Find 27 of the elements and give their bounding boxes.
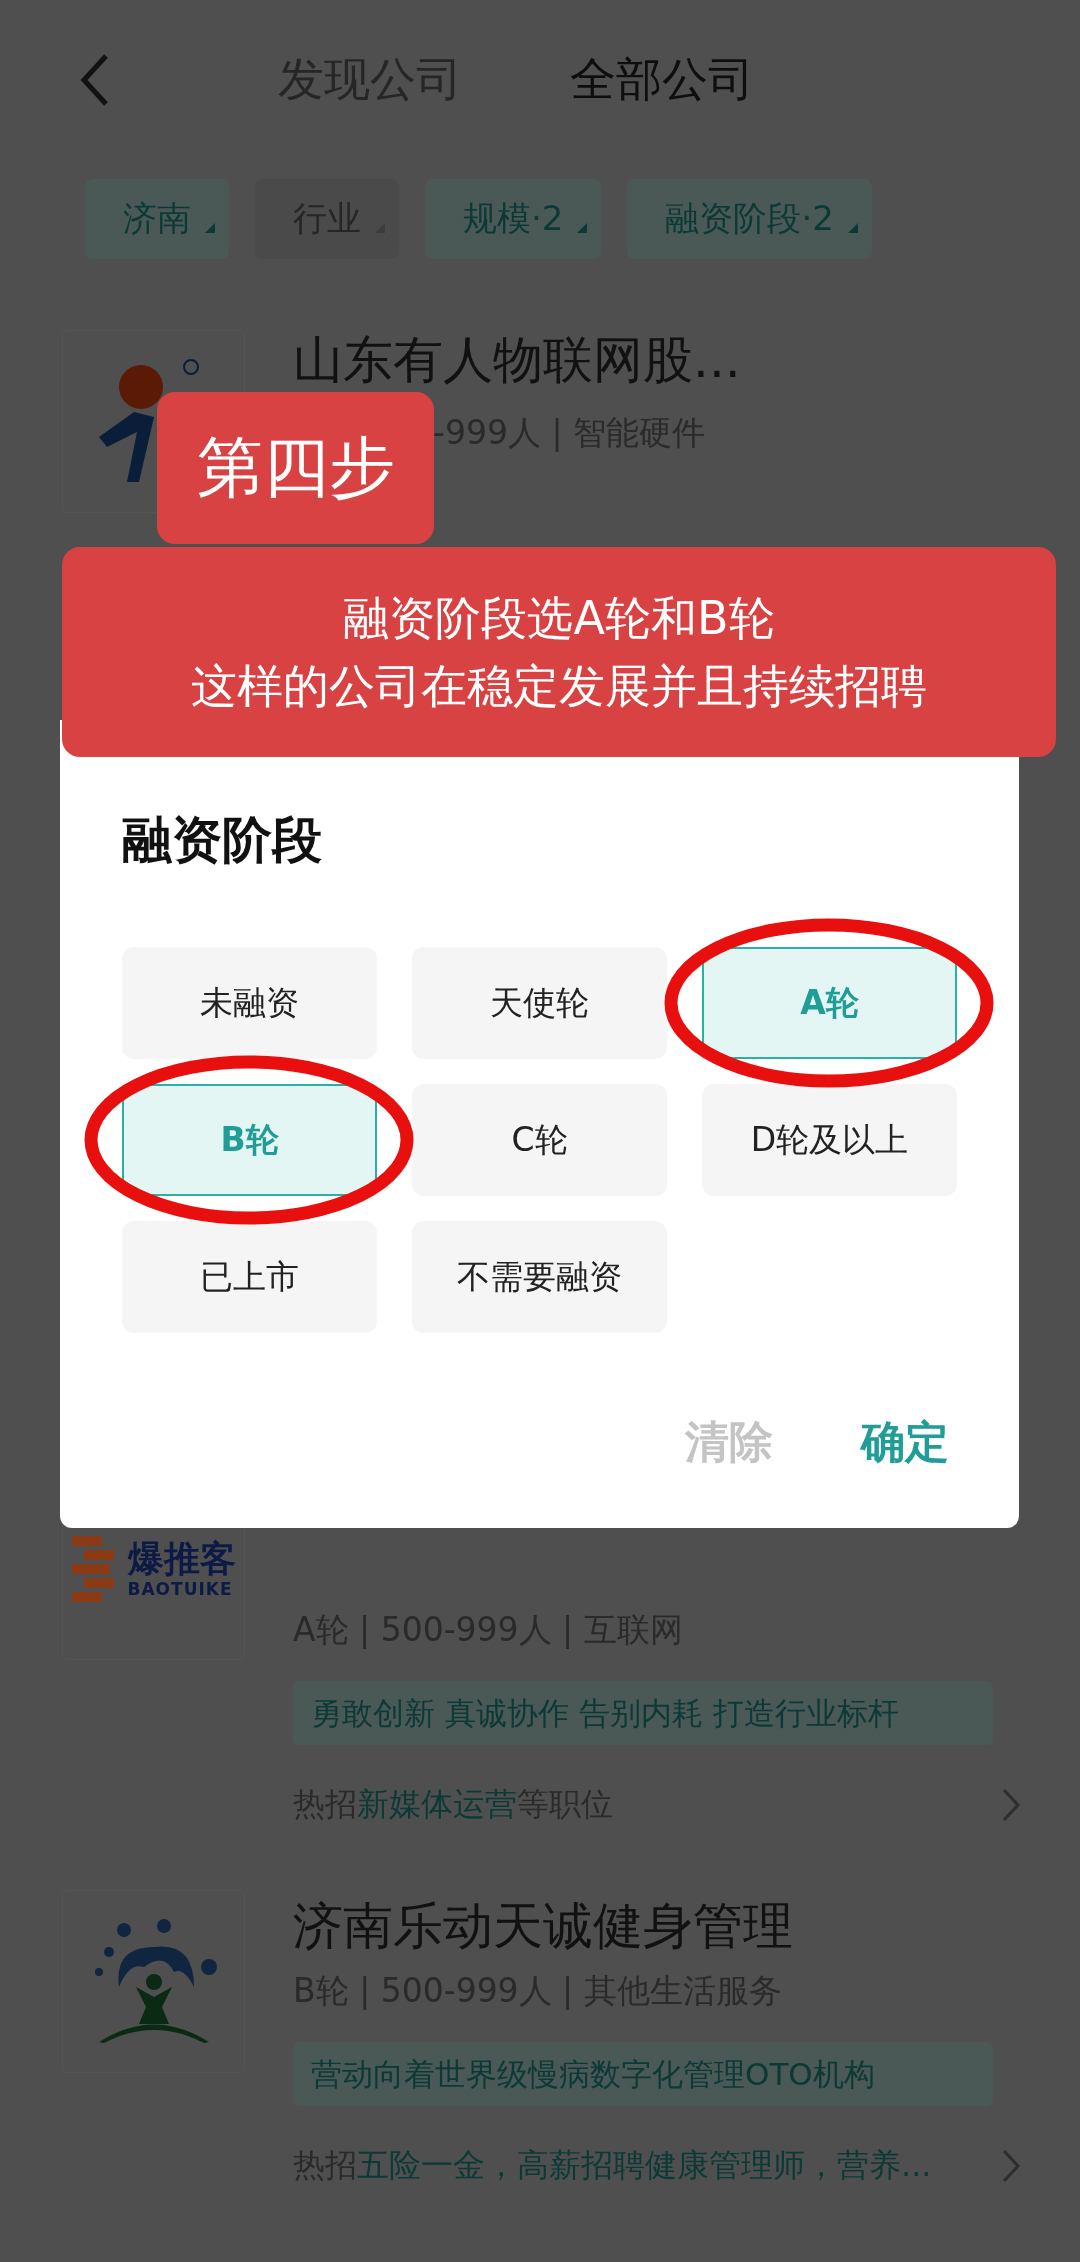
- option-button[interactable]: 未融资: [122, 947, 377, 1059]
- banner-text: 融资阶段选A轮和B轮: [343, 590, 775, 647]
- chevron-right-icon[interactable]: [1002, 2149, 1020, 2183]
- option-button[interactable]: C轮: [412, 1084, 667, 1196]
- option-button[interactable]: 已上市: [122, 1221, 377, 1333]
- banner-text: 这样的公司在稳定发展并且持续招聘: [191, 658, 927, 715]
- company-slogan: 勇敢创新 真诚协作 告别内耗 打造行业标杆: [293, 1681, 993, 1745]
- filter-chip[interactable]: 融资阶段·2: [627, 179, 872, 259]
- company-name[interactable]: 济南乐动天诚健身管理: [293, 1896, 793, 1956]
- company-name[interactable]: 山东有人物联网股...: [293, 330, 741, 390]
- option-button[interactable]: A轮: [702, 947, 957, 1059]
- header-tab[interactable]: 全部公司: [570, 49, 754, 111]
- option-button[interactable]: 天使轮: [412, 947, 667, 1059]
- dialog-button[interactable]: 确定: [861, 1413, 949, 1472]
- filter-chip[interactable]: 规模·2: [425, 179, 602, 259]
- dialog-button[interactable]: 清除: [685, 1413, 773, 1472]
- back-icon[interactable]: [80, 53, 110, 107]
- step-badge: 第四步: [157, 392, 434, 544]
- company-slogan: 营动向着世界级慢病数字化管理OTO机构: [293, 2042, 993, 2106]
- logo-text: 爆推客: [127, 1539, 236, 1579]
- option-button[interactable]: D轮及以上: [702, 1084, 957, 1196]
- dialog-title: 融资阶段: [122, 810, 323, 870]
- logo-text: BAOTUIKE: [127, 1578, 234, 1599]
- filter-chip[interactable]: 济南: [85, 179, 229, 259]
- option-button[interactable]: B轮: [122, 1084, 377, 1196]
- option-button[interactable]: 不需要融资: [412, 1221, 667, 1333]
- chevron-right-icon[interactable]: [1002, 1788, 1020, 1822]
